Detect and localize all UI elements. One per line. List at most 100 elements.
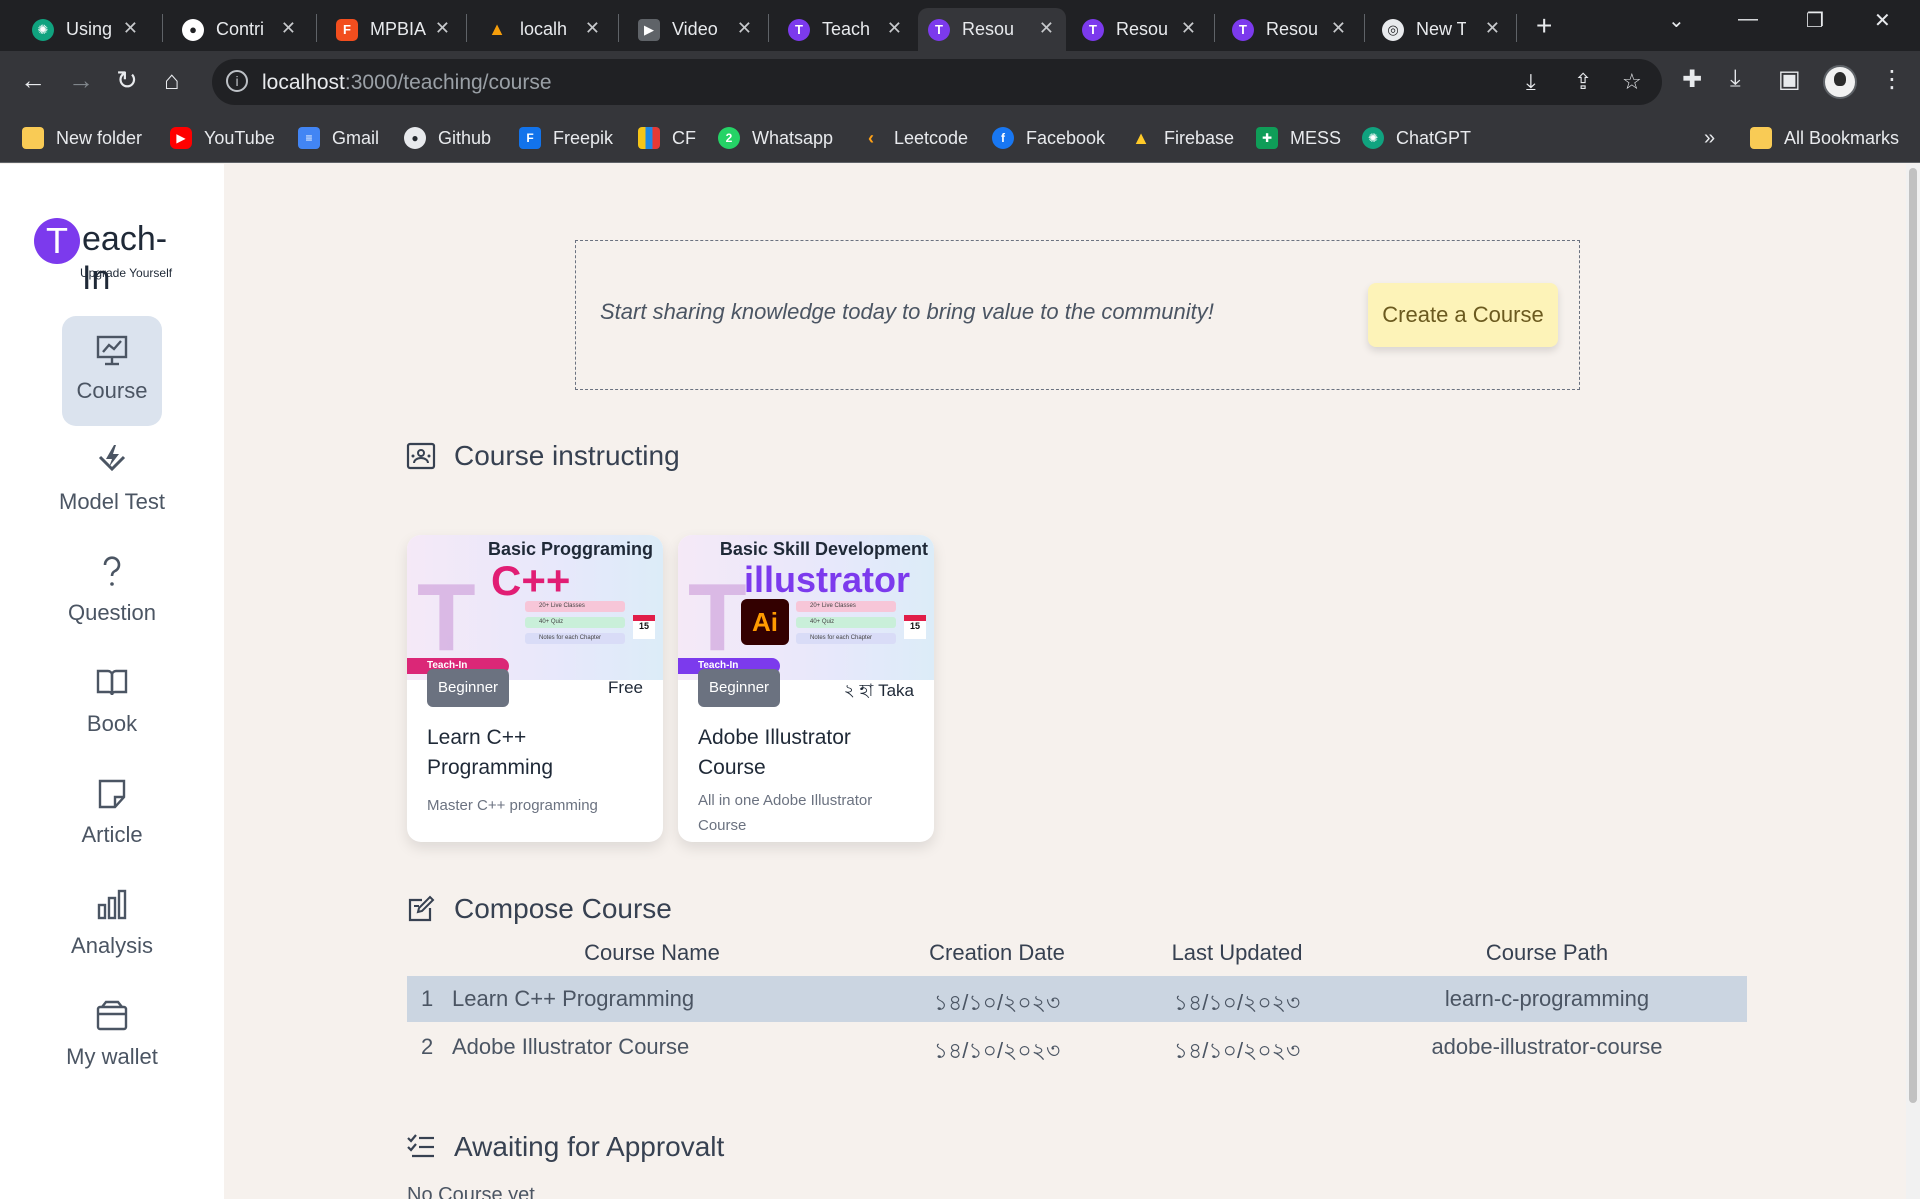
illustrator-logo-icon: Ai: [741, 599, 789, 645]
browser-tab[interactable]: T Resou ✕: [1222, 8, 1358, 51]
all-bookmarks[interactable]: All Bookmarks: [1750, 124, 1899, 152]
star-bookmark-icon[interactable]: ☆: [1622, 69, 1642, 95]
sidebar-item-label: Model Test: [59, 489, 165, 514]
restore-icon[interactable]: ❐: [1806, 8, 1824, 33]
course-title[interactable]: Adobe Illustrator Course: [698, 723, 918, 783]
side-panel-icon[interactable]: ▣: [1778, 65, 1801, 94]
close-icon[interactable]: ✕: [585, 18, 600, 39]
classroom-icon: [406, 442, 436, 470]
kebab-menu-icon[interactable]: ⋮: [1880, 65, 1904, 94]
home-icon[interactable]: ⌂: [164, 65, 180, 96]
scrollbar-thumb[interactable]: [1909, 168, 1917, 1103]
sidebar-item-course[interactable]: Course: [62, 316, 162, 426]
close-icon[interactable]: ✕: [281, 18, 296, 39]
close-icon[interactable]: ✕: [1485, 18, 1500, 39]
close-icon[interactable]: ✕: [435, 18, 450, 39]
profile-avatar[interactable]: [1823, 65, 1857, 99]
create-course-button[interactable]: Create a Course: [1368, 283, 1558, 347]
bookmark-item[interactable]: F Freepik: [519, 124, 613, 152]
table-row[interactable]: 1 Learn C++ Programming ১৪/১০/২০২৩ ১৪/১০…: [407, 976, 1747, 1022]
install-app-icon[interactable]: ⤓: [1526, 69, 1536, 95]
browser-tab[interactable]: F MPBIA ✕: [326, 8, 462, 51]
course-description: All in one Adobe Illustrator Course: [698, 792, 873, 834]
tab-title: localh: [520, 19, 568, 39]
address-bar[interactable]: i localhost:3000/teaching/course ⤓ ⇪ ☆: [212, 59, 1662, 105]
tab-title: Resou: [1116, 19, 1169, 39]
bookmark-item[interactable]: ✺ ChatGPT: [1362, 124, 1471, 152]
folder-icon: [1750, 127, 1772, 149]
bookmark-item[interactable]: ✚ MESS: [1256, 124, 1341, 152]
browser-tab[interactable]: T Resou ✕: [1072, 8, 1208, 51]
codeforces-icon: [638, 127, 660, 149]
sidebar-item-analysis[interactable]: Analysis: [62, 871, 162, 981]
bookmark-item[interactable]: ▶ YouTube: [170, 124, 275, 152]
forward-arrow-icon[interactable]: →: [68, 65, 94, 96]
course-name-cell: Learn C++ Programming: [452, 986, 695, 1011]
empty-state-text: No Course yet: [407, 1184, 535, 1199]
bookmark-item[interactable]: CF: [638, 124, 696, 152]
level-badge: Beginner: [698, 669, 781, 707]
sidebar-item-label: Question: [67, 600, 157, 625]
bookmark-item[interactable]: New folder: [22, 124, 142, 152]
section-compose-course: Compose Course: [406, 893, 672, 925]
bookmark-item[interactable]: ▲ Firebase: [1130, 124, 1234, 152]
sidebar-item-label: My wallet: [66, 1044, 158, 1069]
extensions-puzzle-icon[interactable]: ✚: [1682, 65, 1702, 94]
browser-tab[interactable]: ▲ localh ✕: [476, 8, 612, 51]
close-icon[interactable]: ✕: [123, 18, 138, 39]
leetcode-icon: ‹: [868, 127, 874, 148]
url-text[interactable]: localhost:3000/teaching/course: [262, 71, 552, 95]
new-tab-plus-icon[interactable]: +: [1536, 10, 1552, 42]
sidebar-item-label: Book: [86, 711, 138, 736]
close-icon[interactable]: ✕: [887, 18, 902, 39]
browser-tab[interactable]: ◎ New T ✕: [1372, 8, 1512, 51]
page-scrollbar[interactable]: [1906, 164, 1920, 1199]
close-icon[interactable]: ✕: [1331, 18, 1346, 39]
table-row[interactable]: 2 Adobe Illustrator Course ১৪/১০/২০২৩ ১৪…: [407, 1024, 1747, 1070]
downloads-icon[interactable]: ⤓: [1730, 65, 1741, 93]
course-card[interactable]: T Basic Proggraming C++ 20+ Live Classes…: [407, 535, 663, 842]
bookmark-item[interactable]: ‹ Leetcode: [860, 124, 968, 152]
bookmarks-overflow[interactable]: »: [1704, 124, 1715, 152]
level-badge: Beginner: [427, 669, 510, 707]
teach-in-logo[interactable]: T each-In Upgrade Yourself: [34, 216, 194, 297]
site-info-icon[interactable]: i: [226, 70, 248, 92]
bookmark-item[interactable]: ≡ Gmail: [298, 124, 379, 152]
bookmark-item[interactable]: ● Github: [404, 124, 491, 152]
facebook-icon: f: [992, 127, 1014, 149]
course-card[interactable]: T Basic Skill Development illustrator Ai…: [678, 535, 934, 842]
minimize-icon[interactable]: —: [1738, 8, 1758, 31]
back-arrow-icon[interactable]: ←: [20, 65, 46, 96]
bookmark-item[interactable]: f Facebook: [992, 124, 1105, 152]
browser-tab-active[interactable]: T Resou ✕: [918, 8, 1066, 51]
close-icon[interactable]: ✕: [1039, 18, 1054, 39]
creation-date-cell: ১৪/১০/২০২৩: [933, 990, 1061, 1015]
close-icon[interactable]: ✕: [737, 18, 752, 39]
tab-search-chevron-icon[interactable]: ⌄: [1668, 8, 1685, 33]
chrome-icon: ◎: [1382, 18, 1404, 41]
reload-icon[interactable]: ↻: [116, 65, 138, 96]
github-icon: ●: [182, 18, 204, 41]
teach-in-icon: T: [928, 18, 950, 41]
course-title[interactable]: Learn C++ Programming: [427, 723, 647, 783]
sidebar-item-book[interactable]: Book: [62, 649, 162, 759]
browser-tab[interactable]: ▶ Video ✕: [628, 8, 764, 51]
close-icon[interactable]: ✕: [1181, 18, 1196, 39]
docs-icon: ≡: [298, 127, 320, 149]
sidebar-item-my-wallet[interactable]: My wallet: [62, 982, 162, 1092]
browser-tab[interactable]: ● Contri ✕: [172, 8, 308, 51]
browser-tab[interactable]: ✺ Using ✕: [22, 8, 150, 51]
video-icon: ▶: [638, 18, 660, 41]
browser-tab[interactable]: T Teach ✕: [778, 8, 914, 51]
share-icon[interactable]: ⇪: [1574, 69, 1592, 95]
teach-in-icon: T: [788, 18, 810, 41]
course-name-cell: Adobe Illustrator Course: [452, 1034, 690, 1059]
sidebar-item-model-test[interactable]: Model Test: [59, 427, 165, 537]
section-awaiting-approval: Awaiting for Approvalt: [406, 1131, 724, 1163]
folder-icon: [22, 127, 44, 149]
bookmark-item[interactable]: 2 Whatsapp: [718, 124, 833, 152]
column-header: Course Path: [1485, 940, 1609, 965]
window-close-icon[interactable]: ✕: [1874, 8, 1891, 33]
sidebar-item-question[interactable]: Question: [62, 538, 162, 648]
sidebar-item-article[interactable]: Article: [62, 760, 162, 870]
